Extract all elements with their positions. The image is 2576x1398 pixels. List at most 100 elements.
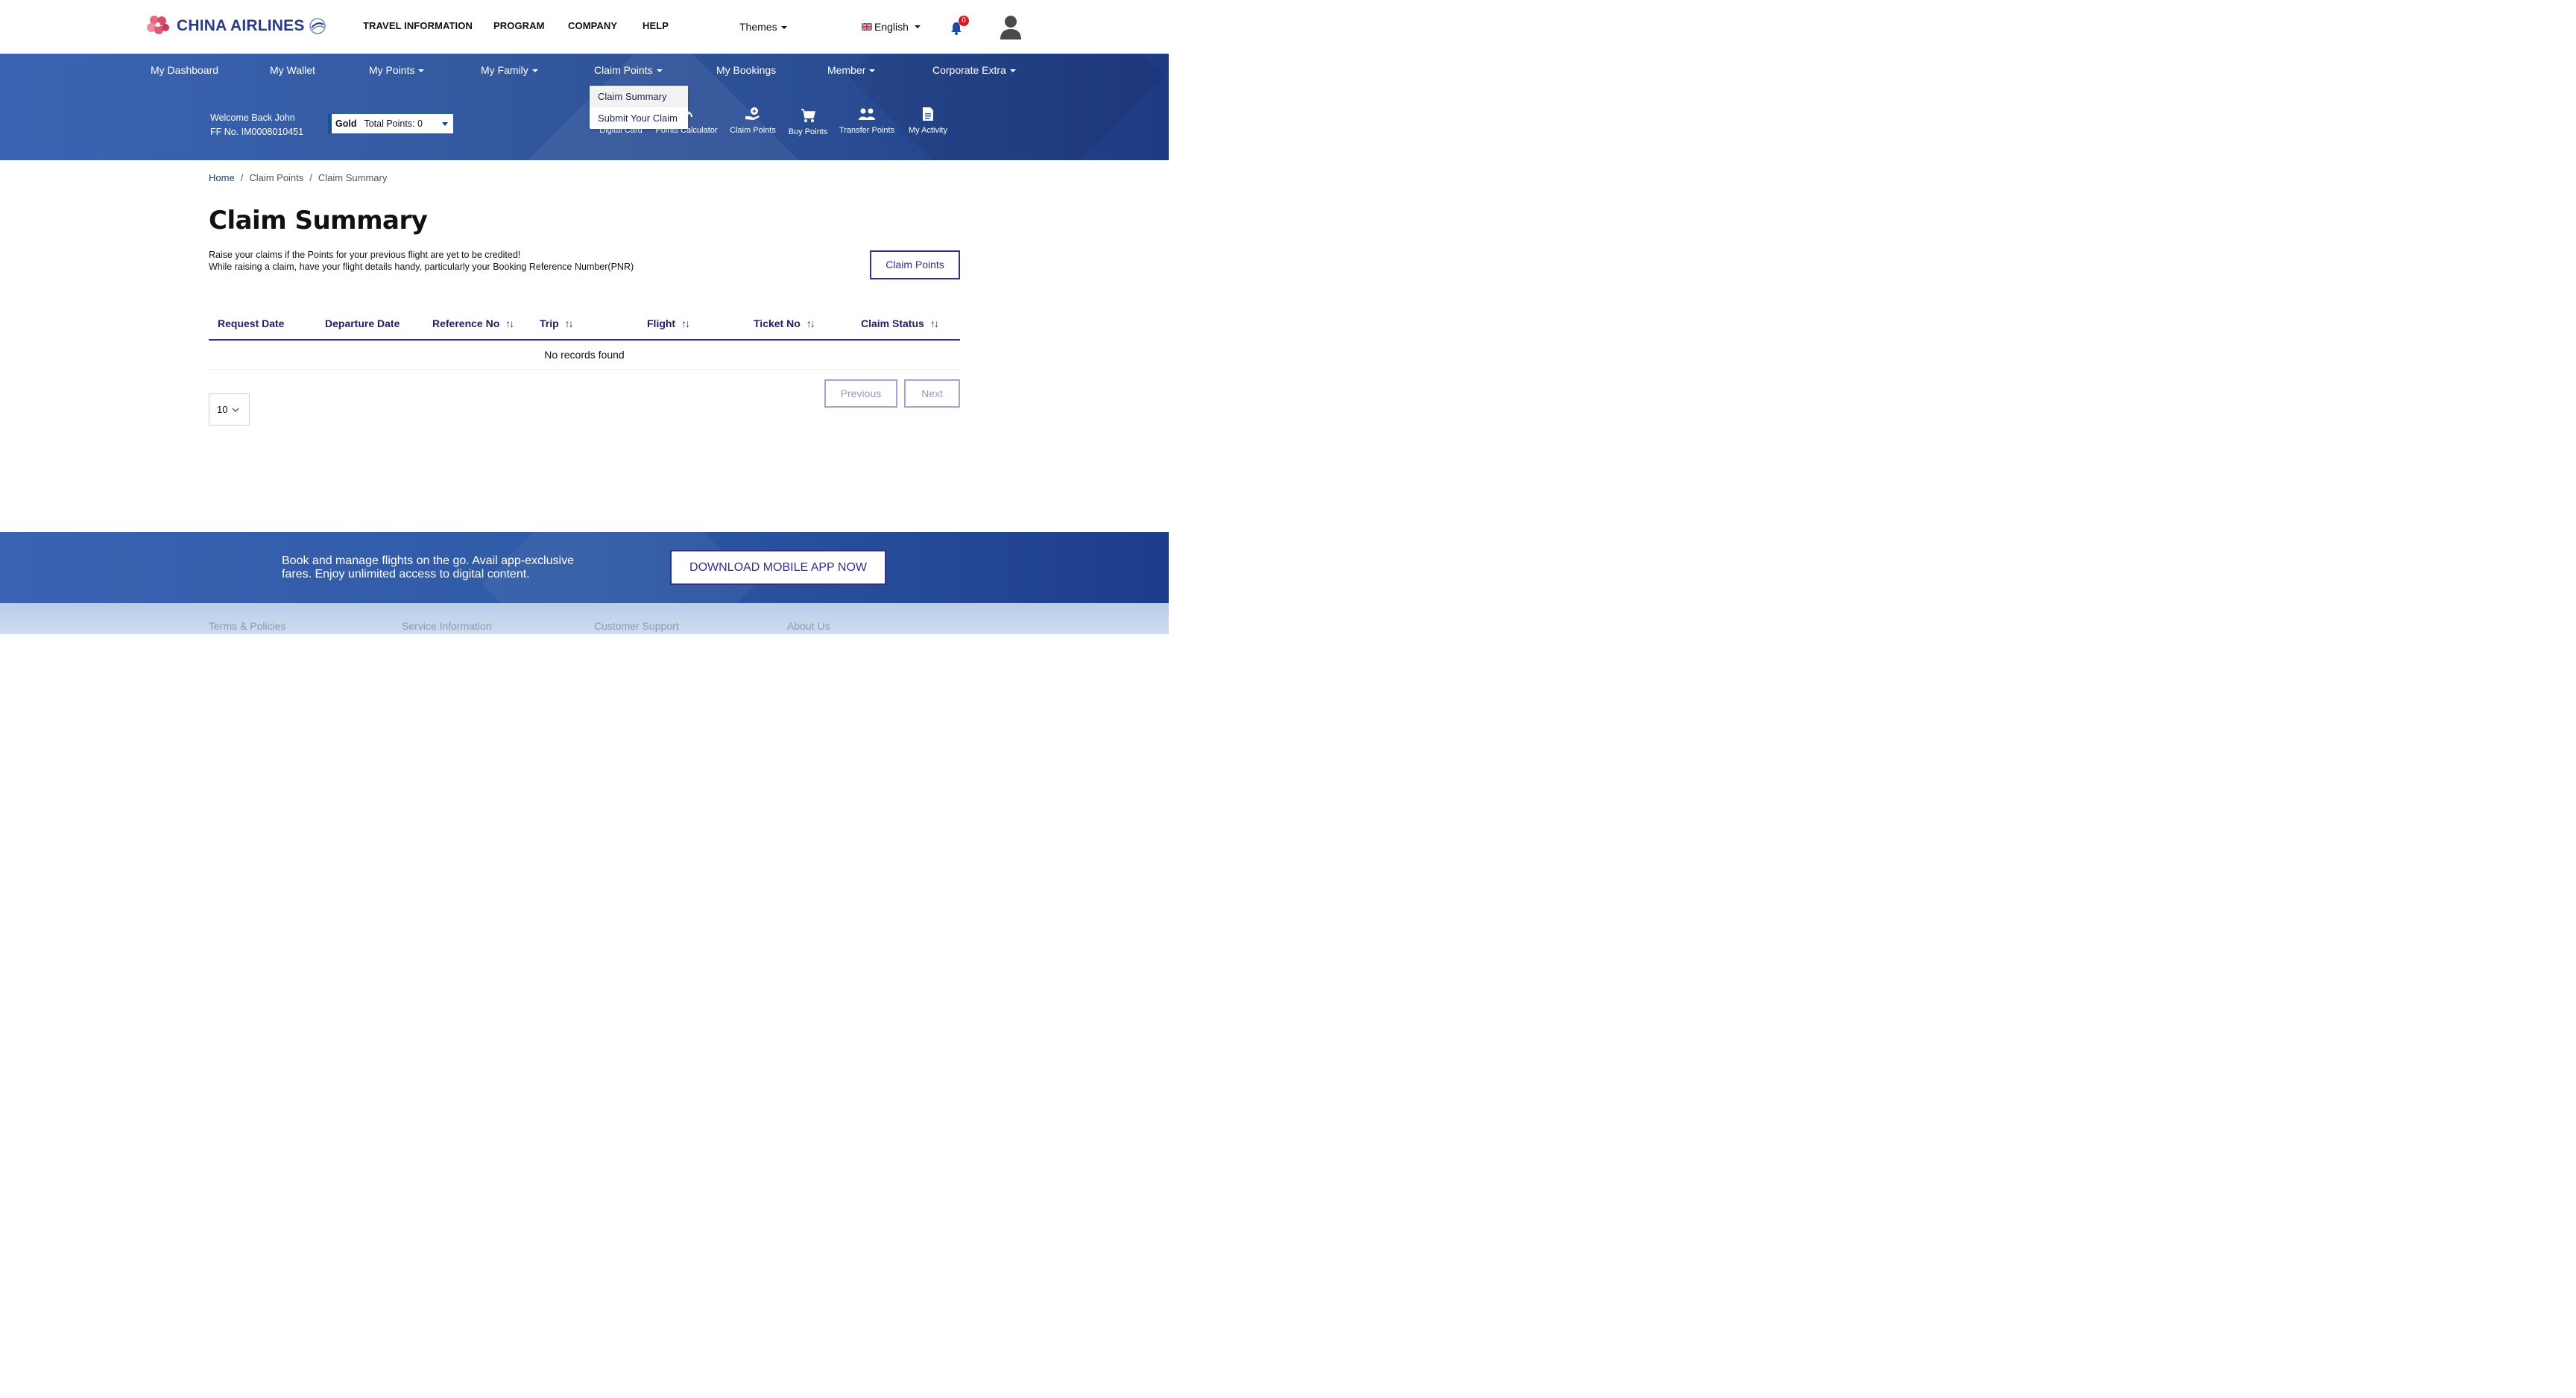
chevron-down-icon (233, 408, 239, 412)
users-transfer-icon (859, 108, 875, 120)
sort-icon[interactable]: ↑↓ (505, 317, 514, 329)
themes-dropdown[interactable]: Themes (739, 21, 787, 33)
quick-link-label: My Activity (909, 126, 947, 135)
page-title: Claim Summary (209, 206, 428, 235)
nav-my-points-label: My Points (369, 64, 415, 76)
ff-number: FF No. IM0008010451 (210, 127, 304, 137)
table-row-divider (209, 369, 960, 370)
language-label: English (874, 21, 909, 33)
column-header-trip[interactable]: Trip ↑↓ (540, 317, 574, 329)
nav-program[interactable]: PROGRAM (493, 20, 545, 31)
nav-member[interactable]: Member (827, 64, 876, 76)
footer-link-customer-support[interactable]: Customer Support (594, 620, 679, 632)
column-label: Flight (647, 317, 676, 329)
breadcrumb-home[interactable]: Home (209, 172, 235, 183)
themes-label: Themes (739, 21, 777, 33)
column-label: Trip (540, 317, 559, 329)
nav-my-family[interactable]: My Family (481, 64, 538, 76)
column-label: Claim Status (861, 317, 924, 329)
sort-icon[interactable]: ↑↓ (930, 317, 939, 329)
tier-points-select[interactable]: Gold Total Points: 0 (328, 114, 453, 133)
claim-points-button[interactable]: Claim Points (870, 250, 960, 279)
rows-per-page-select[interactable]: 10 (209, 393, 250, 426)
nav-member-label: Member (827, 64, 866, 76)
user-avatar-icon[interactable] (1000, 15, 1022, 39)
footer-link-service-information[interactable]: Service Information (402, 620, 492, 632)
column-header-reference-no[interactable]: Reference No ↑↓ (432, 317, 514, 329)
promo-line: Book and manage flights on the go. Avail… (282, 554, 574, 567)
quick-link-label: Transfer Points (839, 126, 895, 135)
nav-travel-information[interactable]: TRAVEL INFORMATION (363, 20, 473, 31)
brand-name: CHINA AIRLINES (177, 17, 305, 34)
chevron-down-icon (869, 69, 876, 73)
footer-link-about-us[interactable]: About Us (787, 620, 830, 632)
quick-link-label: Buy Points (788, 127, 828, 136)
quick-link-transfer-points[interactable]: Transfer Points (833, 107, 900, 135)
footer-link-terms[interactable]: Terms & Policies (209, 620, 285, 632)
site-footer (0, 603, 1169, 634)
promo-line: fares. Enjoy unlimited access to digital… (282, 568, 530, 581)
shopping-cart-icon (801, 109, 815, 122)
breadcrumb: Home / Claim Points / Claim Summary (209, 172, 388, 183)
welcome-text: Welcome Back John (210, 113, 295, 123)
sort-icon[interactable]: ↑↓ (681, 317, 690, 329)
column-header-claim-status[interactable]: Claim Status ↑↓ (861, 317, 939, 329)
nav-my-wallet[interactable]: My Wallet (270, 64, 315, 76)
china-airlines-logo[interactable]: CHINA AIRLINES (145, 13, 327, 39)
dropdown-item-claim-summary[interactable]: Claim Summary (590, 86, 688, 107)
chevron-down-icon (418, 69, 425, 73)
quick-link-my-activity[interactable]: My Activity (894, 107, 962, 135)
column-header-ticket-no[interactable]: Ticket No ↑↓ (754, 317, 815, 329)
column-label: Ticket No (754, 317, 801, 329)
document-icon (923, 107, 933, 121)
page-description: Raise your claims if the Points for your… (209, 249, 634, 273)
dropdown-item-submit-your-claim[interactable]: Submit Your Claim (590, 107, 688, 129)
nav-my-dashboard[interactable]: My Dashboard (151, 64, 218, 76)
nav-claim-points-label: Claim Points (594, 64, 653, 76)
app-promo-banner (0, 532, 1169, 603)
chevron-down-icon (780, 26, 787, 30)
sort-icon[interactable]: ↑↓ (806, 317, 815, 329)
description-line: Raise your claims if the Points for your… (209, 250, 521, 260)
nav-my-bookings[interactable]: My Bookings (716, 64, 776, 76)
hand-star-icon (745, 107, 760, 120)
nav-corporate-extra[interactable]: Corporate Extra (932, 64, 1016, 76)
empty-table-message: No records found (544, 349, 625, 361)
welcome-block: Welcome Back John FF No. IM0008010451 (210, 111, 303, 139)
nav-corporate-extra-label: Corporate Extra (932, 64, 1006, 76)
previous-page-button[interactable]: Previous (824, 379, 897, 408)
column-header-flight[interactable]: Flight ↑↓ (647, 317, 690, 329)
chevron-down-icon (531, 69, 538, 73)
column-label: Departure Date (325, 317, 400, 329)
chevron-down-icon (656, 69, 663, 73)
column-label: Reference No (432, 317, 500, 329)
nav-claim-points[interactable]: Claim Points (594, 64, 663, 76)
total-points: Total Points: 0 (364, 118, 423, 129)
nav-my-points[interactable]: My Points (369, 64, 425, 76)
breadcrumb-current: Claim Summary (318, 172, 388, 183)
chevron-down-icon (1009, 69, 1016, 73)
download-app-button[interactable]: DOWNLOAD MOBILE APP NOW (670, 550, 886, 585)
quick-link-buy-points[interactable]: Buy Points (774, 107, 842, 136)
table-header-divider (209, 339, 960, 341)
description-line: While raising a claim, have your flight … (209, 262, 634, 272)
chevron-down-icon (914, 25, 921, 28)
nav-company[interactable]: COMPANY (568, 20, 617, 31)
chevron-down-icon (442, 122, 448, 126)
notification-badge: 0 (959, 16, 969, 26)
plum-blossom-icon (147, 16, 169, 34)
skyteam-icon (309, 18, 326, 34)
breadcrumb-claim-points[interactable]: Claim Points (249, 172, 303, 183)
column-label: Request Date (218, 317, 285, 329)
nav-my-family-label: My Family (481, 64, 528, 76)
tier-label: Gold (335, 118, 357, 129)
column-header-request-date[interactable]: Request Date (218, 317, 284, 329)
rows-per-page-value: 10 (217, 404, 228, 415)
next-page-button[interactable]: Next (904, 379, 960, 408)
sort-icon[interactable]: ↑↓ (565, 317, 574, 329)
claim-points-dropdown: Claim Summary Submit Your Claim (590, 86, 688, 129)
column-header-departure-date[interactable]: Departure Date (325, 317, 400, 329)
uk-flag-icon (862, 23, 872, 31)
nav-help[interactable]: HELP (643, 20, 669, 31)
language-selector[interactable]: English (862, 21, 921, 33)
